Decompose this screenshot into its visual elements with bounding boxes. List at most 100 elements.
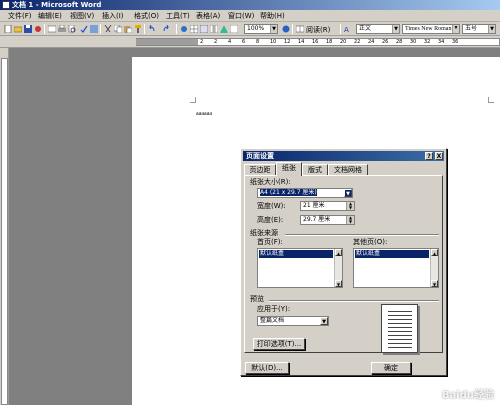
scroll-down-icon[interactable]: ▼ (431, 280, 438, 287)
document-map-icon[interactable] (230, 25, 238, 33)
zoom-dropdown[interactable]: 100% ▼ (244, 24, 278, 34)
format-painter-icon[interactable] (134, 25, 142, 33)
style-dropdown[interactable]: 正文 ▼ (356, 24, 400, 34)
research-icon[interactable] (90, 25, 98, 33)
preview-line (388, 339, 412, 340)
read-mode-icon[interactable] (296, 25, 304, 33)
horizontal-ruler[interactable]: 2 2 4 6 8 10 12 14 16 18 20 22 24 26 28 … (0, 36, 500, 48)
toolbar-separator (144, 24, 145, 34)
font-size-dropdown[interactable]: 五号 ▼ (462, 24, 496, 34)
help-icon[interactable] (282, 25, 290, 33)
menu-window[interactable]: 窗口(W) (228, 11, 254, 21)
new-document-icon[interactable] (4, 25, 12, 33)
spin-arrows-icon[interactable]: ▲ ▼ (346, 202, 354, 210)
redo-icon[interactable] (162, 25, 170, 33)
menu-table[interactable]: 表格(A) (196, 11, 220, 21)
height-label: 高度(E): (257, 216, 284, 224)
dialog-title-bar[interactable]: 页面设置 ? X (243, 151, 444, 161)
group-divider (285, 234, 439, 236)
word-app-icon (2, 1, 10, 9)
drawing-icon[interactable] (220, 25, 228, 33)
scroll-down-icon[interactable]: ▼ (335, 280, 342, 287)
print-preview-icon[interactable] (68, 25, 76, 33)
scrollbar[interactable]: ▲ ▼ (334, 249, 342, 287)
first-page-listbox[interactable]: 默认纸盒 ▲ ▼ (257, 248, 343, 288)
paper-size-dropdown[interactable]: A4 (21 x 29.7 厘米) ▼ (257, 188, 353, 198)
window-title: 文档 1 - Microsoft Word (12, 1, 102, 9)
default-button[interactable]: 默认(D)... (245, 362, 289, 374)
hyperlink-icon[interactable] (180, 25, 188, 33)
width-value: 21 厘米 (303, 202, 325, 209)
scroll-up-icon[interactable]: ▲ (431, 249, 438, 256)
close-button[interactable]: X (435, 152, 443, 160)
first-page-option[interactable]: 默认纸盒 (259, 250, 333, 258)
preview-line (388, 343, 412, 344)
menu-view[interactable]: 视图(V) (70, 11, 94, 21)
menu-insert[interactable]: 插入(I) (102, 11, 124, 21)
first-page-label: 首页(F): (257, 238, 283, 246)
tab-margins[interactable]: 页边距 (244, 164, 276, 175)
read-mode-label[interactable]: 阅读(R) (306, 25, 330, 35)
title-bar: 文档 1 - Microsoft Word (0, 0, 500, 10)
menu-help[interactable]: 帮助(H) (260, 11, 285, 21)
menu-bar: 文件(F) 编辑(E) 视图(V) 插入(I) 格式(O) 工具(T) 表格(A… (0, 10, 500, 22)
height-spinner[interactable]: 29.7 厘米 ▲ ▼ (300, 215, 355, 225)
apply-to-dropdown[interactable]: 整篇文档 ▼ (257, 316, 329, 326)
ruler-number: 14 (298, 39, 305, 45)
copy-icon[interactable] (114, 25, 122, 33)
preview-line (388, 319, 412, 320)
open-folder-icon[interactable] (14, 25, 22, 33)
ruler-number: 2 (214, 39, 218, 45)
chevron-down-icon: ▼ (392, 25, 399, 33)
permission-icon[interactable] (34, 25, 42, 33)
ruler-number: 18 (326, 39, 333, 45)
tab-layout[interactable]: 版式 (302, 164, 328, 175)
chevron-down-icon: ▼ (320, 317, 328, 325)
ruler-number: 26 (382, 39, 389, 45)
paste-icon[interactable] (124, 25, 132, 33)
tab-paper[interactable]: 纸张 (276, 162, 302, 176)
menu-format[interactable]: 格式(O) (134, 11, 159, 21)
help-button[interactable]: ? (425, 152, 433, 160)
scroll-up-icon[interactable]: ▲ (335, 249, 342, 256)
chevron-down-icon: ▼ (452, 25, 459, 33)
menu-file[interactable]: 文件(F) (8, 11, 32, 21)
ruler-number: 8 (256, 39, 260, 45)
font-dropdown[interactable]: Times New Roman ▼ (402, 24, 460, 34)
ruler-left-margin (136, 39, 198, 45)
columns-icon[interactable] (210, 25, 218, 33)
toolbar-separator (100, 24, 101, 34)
save-icon[interactable] (24, 25, 32, 33)
watermark: Baidu经验 (441, 390, 494, 401)
scrollbar[interactable]: ▲ ▼ (430, 249, 438, 287)
ruler-number: 20 (340, 39, 347, 45)
menu-tools[interactable]: 工具(T) (166, 11, 190, 21)
margin-corner-mark (190, 97, 196, 103)
print-icon[interactable] (58, 25, 66, 33)
apply-to-value: 整篇文档 (260, 317, 285, 324)
document-text[interactable]: aaaaaa (196, 111, 212, 117)
cut-icon[interactable] (104, 25, 112, 33)
preview-line (388, 323, 412, 324)
vertical-ruler[interactable] (0, 48, 9, 405)
spin-arrows-icon[interactable]: ▲ ▼ (346, 216, 354, 224)
undo-icon[interactable] (148, 25, 156, 33)
font-value: Times New Roman (405, 26, 452, 32)
ruler-number: 12 (284, 39, 291, 45)
tab-document-grid[interactable]: 文档网格 (328, 164, 368, 175)
toolbar-separator (44, 24, 45, 34)
spelling-icon[interactable] (80, 25, 88, 33)
width-spinner[interactable]: 21 厘米 ▲ ▼ (300, 201, 355, 211)
other-pages-listbox[interactable]: 默认纸盒 ▲ ▼ (353, 248, 439, 288)
preview-line (388, 331, 412, 332)
styles-pane-icon[interactable]: A (344, 25, 352, 33)
svg-text:A: A (344, 26, 349, 33)
toolbar-separator (176, 24, 177, 34)
email-icon[interactable] (48, 25, 56, 33)
tables-borders-icon[interactable] (190, 25, 198, 33)
menu-edit[interactable]: 编辑(E) (38, 11, 62, 21)
other-pages-option[interactable]: 默认纸盒 (355, 250, 429, 258)
ok-button[interactable]: 确定 (371, 362, 411, 374)
print-options-button[interactable]: 打印选项(T)... (253, 338, 305, 350)
insert-table-icon[interactable] (200, 25, 208, 33)
